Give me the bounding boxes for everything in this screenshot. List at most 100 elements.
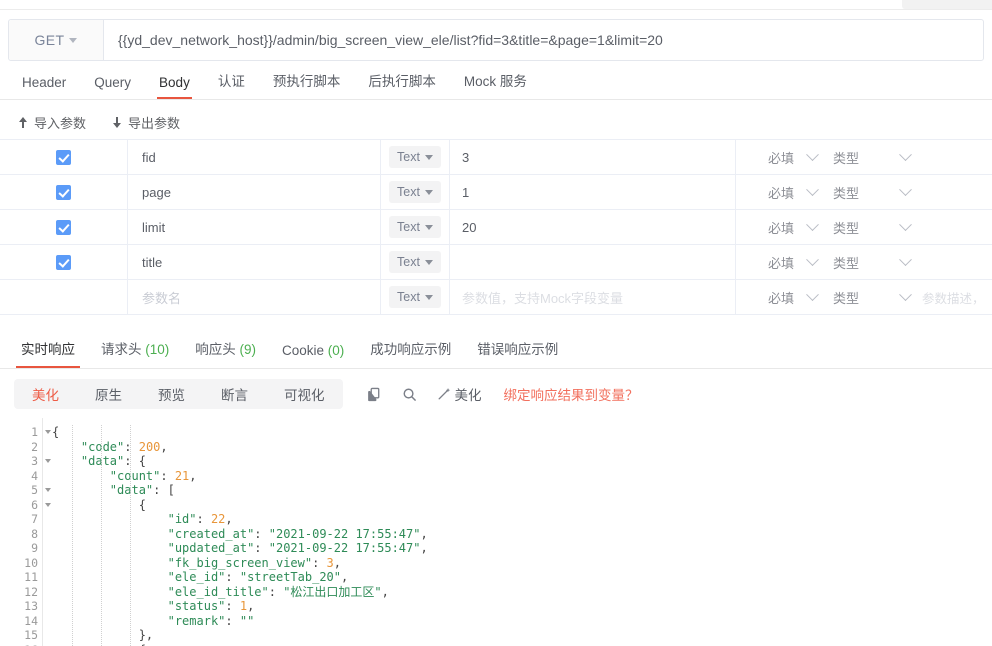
search-icon[interactable]	[402, 387, 417, 402]
request-url-input[interactable]: {{yd_dev_network_host}}/admin/big_screen…	[104, 20, 983, 60]
param-required-dropdown[interactable]: 必填	[736, 245, 829, 279]
editor-code-line: "fk_big_screen_view": 3,	[52, 556, 992, 571]
editor-code-line: "data": {	[52, 454, 992, 469]
code-token: "status"	[167, 599, 226, 613]
param-required-dropdown[interactable]: 必填	[736, 175, 829, 209]
param-kind-dropdown[interactable]: 类型	[829, 245, 922, 279]
request-tab-5[interactable]: 后执行脚本	[354, 70, 450, 99]
request-tab-3[interactable]: 认证	[204, 70, 259, 99]
param-value-input[interactable]: 1	[449, 175, 736, 209]
response-tab-5[interactable]: 错误响应示例	[464, 338, 571, 368]
param-enabled-checkbox[interactable]	[56, 254, 71, 270]
param-required-dropdown[interactable]: 必填	[736, 280, 829, 314]
code-token: :	[124, 439, 139, 454]
param-enabled-cell	[0, 140, 128, 174]
code-token: "ele_id"	[167, 570, 226, 584]
param-type-dropdown[interactable]: Text	[389, 286, 441, 308]
response-code-editor[interactable]: 12345678910111213141516 { "code": 200, "…	[0, 418, 992, 646]
param-name-input[interactable]: 参数名	[128, 280, 381, 314]
param-type-dropdown[interactable]: Text	[389, 216, 441, 238]
editor-line-number: 11	[24, 570, 38, 585]
chevron-down-icon	[899, 147, 912, 161]
request-tab-1[interactable]: Query	[80, 75, 145, 99]
param-value-input[interactable]	[449, 245, 736, 279]
param-enabled-checkbox[interactable]	[56, 219, 71, 235]
view-mode-2[interactable]: 预览	[140, 379, 203, 409]
response-tab-2[interactable]: 响应头 (9)	[182, 338, 269, 368]
code-token: "2021-09-22 17:55:47"	[268, 526, 421, 541]
view-mode-4[interactable]: 可视化	[266, 379, 343, 409]
param-name-value: limit	[142, 219, 166, 235]
param-description-input[interactable]	[922, 245, 992, 279]
param-kind-dropdown[interactable]: 类型	[829, 175, 922, 209]
param-description-input[interactable]	[922, 175, 992, 209]
indent-guide	[129, 425, 131, 646]
response-tab-0[interactable]: 实时响应	[8, 338, 88, 368]
param-enabled-cell	[0, 280, 128, 314]
param-kind-dropdown[interactable]: 类型	[829, 140, 922, 174]
param-enabled-checkbox[interactable]	[56, 149, 71, 165]
editor-line-number: 13	[24, 599, 38, 614]
param-name-input[interactable]: page	[128, 175, 381, 209]
chevron-down-icon	[899, 182, 912, 196]
chevron-down-icon	[899, 217, 912, 231]
param-description-input[interactable]	[922, 140, 992, 174]
request-tab-0[interactable]: Header	[8, 75, 80, 99]
chevron-down-icon	[424, 189, 433, 195]
param-name-value: fid	[142, 149, 156, 165]
param-required-dropdown[interactable]: 必填	[736, 210, 829, 244]
param-kind-dropdown[interactable]: 类型	[829, 210, 922, 244]
http-method-selector[interactable]: GET	[9, 20, 104, 60]
param-name-placeholder: 参数名	[142, 290, 182, 306]
view-mode-0[interactable]: 美化	[14, 379, 77, 409]
param-description-input[interactable]: 参数描述，	[922, 280, 992, 314]
param-kind-dropdown[interactable]: 类型	[829, 280, 922, 314]
chevron-down-icon	[806, 182, 819, 196]
beautify-button[interactable]: 美化	[437, 384, 482, 404]
param-name-input[interactable]: title	[128, 245, 381, 279]
response-tab-4[interactable]: 成功响应示例	[357, 338, 464, 368]
response-tab-1[interactable]: 请求头 (10)	[88, 338, 182, 368]
param-value-input[interactable]: 参数值，支持Mock字段变量	[449, 280, 736, 314]
export-params-button[interactable]: 导出参数	[112, 113, 180, 132]
response-tool-icons	[367, 387, 417, 402]
response-tab-label: 成功响应示例	[370, 342, 452, 357]
bind-response-to-variable-link[interactable]: 绑定响应结果到变量？	[504, 384, 639, 404]
param-value-input[interactable]: 3	[449, 140, 736, 174]
param-type-dropdown[interactable]: Text	[389, 181, 441, 203]
copy-icon[interactable]	[367, 387, 382, 402]
view-mode-3[interactable]: 断言	[203, 379, 266, 409]
param-description-input[interactable]	[922, 210, 992, 244]
param-type-dropdown[interactable]: Text	[389, 251, 441, 273]
code-token: ,	[247, 599, 255, 613]
code-token: :	[225, 570, 240, 584]
view-mode-label: 美化	[32, 388, 59, 403]
param-enabled-checkbox[interactable]	[56, 290, 71, 305]
editor-code-area[interactable]: { "code": 200, "data": { "count": 21, "d…	[42, 418, 992, 646]
code-token: {	[139, 643, 146, 646]
param-required-label: 必填	[768, 255, 795, 271]
import-params-button[interactable]: 导入参数	[18, 113, 86, 132]
request-tab-6[interactable]: Mock 服务	[450, 70, 541, 99]
param-enabled-checkbox[interactable]	[56, 184, 71, 200]
view-mode-1[interactable]: 原生	[77, 379, 140, 409]
param-required-dropdown[interactable]: 必填	[736, 140, 829, 174]
param-type-dropdown[interactable]: Text	[389, 146, 441, 168]
request-tab-2[interactable]: Body	[145, 75, 204, 99]
parameters-table: fid Text 3 必填 类型 page Text 1 必填 类型 limit Text 20 必填 类型…	[0, 140, 992, 315]
request-tab-4[interactable]: 预执行脚本	[259, 70, 355, 99]
code-token: :	[254, 541, 269, 555]
request-tab-label: 预执行脚本	[272, 74, 341, 89]
param-type-label: Text	[397, 220, 420, 234]
param-value-input[interactable]: 20	[449, 210, 736, 244]
param-name-input[interactable]: limit	[128, 210, 381, 244]
response-tab-3[interactable]: Cookie (0)	[269, 343, 357, 368]
param-type-label: Text	[397, 255, 420, 269]
param-name-input[interactable]: fid	[128, 140, 381, 174]
